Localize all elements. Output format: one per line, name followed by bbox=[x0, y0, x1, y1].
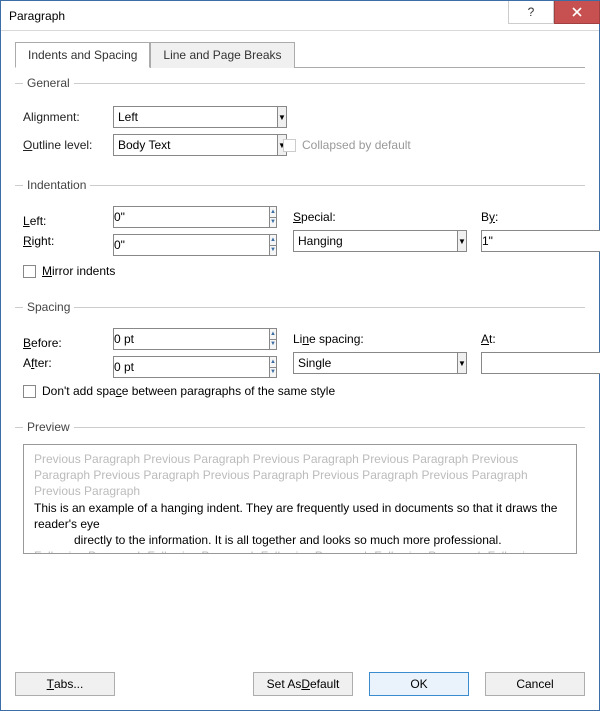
preview-sample: This is an example of a hanging indent. … bbox=[34, 500, 566, 549]
spacing-legend: Spacing bbox=[23, 300, 74, 314]
outline-select[interactable]: ▼ bbox=[113, 134, 263, 156]
by-label: By: bbox=[481, 210, 561, 224]
tab-strip: Indents and Spacing Line and Page Breaks bbox=[15, 41, 585, 68]
special-label: Special: bbox=[293, 210, 465, 224]
by-spinner[interactable]: ▲▼ bbox=[481, 230, 561, 252]
indentation-legend: Indentation bbox=[23, 178, 90, 192]
line-spacing-select[interactable]: ▼ bbox=[293, 352, 455, 374]
help-button[interactable]: ? bbox=[508, 1, 554, 24]
at-spinner[interactable]: ▲▼ bbox=[481, 352, 561, 374]
button-row: Tabs... Set As Default OK Cancel bbox=[15, 672, 585, 696]
spacing-group: Spacing Before: After: ▲▼ ▲▼ Line spacin… bbox=[15, 300, 585, 408]
before-spinner[interactable]: ▲▼ bbox=[113, 328, 193, 350]
spin-up-icon[interactable]: ▲ bbox=[270, 357, 276, 367]
right-label: Right: bbox=[23, 234, 113, 248]
ok-button[interactable]: OK bbox=[369, 672, 469, 696]
spin-down-icon[interactable]: ▼ bbox=[270, 217, 276, 228]
outline-label: Outline level: bbox=[23, 138, 113, 152]
cancel-button[interactable]: Cancel bbox=[485, 672, 585, 696]
mirror-label: Mirror indents bbox=[42, 264, 115, 278]
close-icon bbox=[572, 7, 582, 17]
indentation-group: Indentation Left: Right: ▲▼ ▲▼ Special: … bbox=[15, 178, 585, 288]
preview-legend: Preview bbox=[23, 420, 74, 434]
spin-down-icon[interactable]: ▼ bbox=[270, 245, 276, 256]
left-spinner[interactable]: ▲▼ bbox=[113, 206, 193, 228]
chevron-down-icon[interactable]: ▼ bbox=[457, 230, 467, 252]
tab-line-page-breaks[interactable]: Line and Page Breaks bbox=[150, 42, 294, 68]
before-label: Before: bbox=[23, 336, 113, 350]
tabs-button[interactable]: Tabs... bbox=[15, 672, 115, 696]
preview-previous: Previous Paragraph Previous Paragraph Pr… bbox=[34, 451, 566, 500]
preview-group: Preview Previous Paragraph Previous Para… bbox=[15, 420, 585, 558]
after-spinner[interactable]: ▲▼ bbox=[113, 356, 193, 378]
left-label: Left: bbox=[23, 214, 113, 228]
paragraph-dialog: Paragraph ? Indents and Spacing Line and… bbox=[0, 0, 600, 711]
right-spinner[interactable]: ▲▼ bbox=[113, 234, 193, 256]
general-group: General Alignment: ▼ Outline level: ▼ Co… bbox=[15, 76, 585, 166]
chevron-down-icon[interactable]: ▼ bbox=[277, 106, 287, 128]
close-button[interactable] bbox=[554, 1, 600, 24]
alignment-select[interactable]: ▼ bbox=[113, 106, 263, 128]
chevron-down-icon[interactable]: ▼ bbox=[457, 352, 467, 374]
dont-add-label: Don't add space between paragraphs of th… bbox=[42, 384, 335, 398]
window-title: Paragraph bbox=[9, 9, 508, 23]
collapsed-label: Collapsed by default bbox=[302, 138, 411, 152]
spin-up-icon[interactable]: ▲ bbox=[270, 329, 276, 339]
collapsed-checkbox bbox=[283, 139, 296, 152]
mirror-checkbox[interactable] bbox=[23, 265, 36, 278]
preview-box: Previous Paragraph Previous Paragraph Pr… bbox=[23, 444, 577, 554]
tab-indents-spacing[interactable]: Indents and Spacing bbox=[15, 42, 150, 68]
alignment-label: Alignment: bbox=[23, 110, 113, 124]
dont-add-checkbox[interactable] bbox=[23, 385, 36, 398]
after-label: After: bbox=[23, 356, 113, 370]
spin-down-icon[interactable]: ▼ bbox=[270, 339, 276, 350]
at-label: At: bbox=[481, 332, 561, 346]
outline-value[interactable] bbox=[113, 134, 277, 156]
alignment-value[interactable] bbox=[113, 106, 277, 128]
spin-up-icon[interactable]: ▲ bbox=[270, 207, 276, 217]
general-legend: General bbox=[23, 76, 74, 90]
special-select[interactable]: ▼ bbox=[293, 230, 455, 252]
spin-up-icon[interactable]: ▲ bbox=[270, 235, 276, 245]
spin-down-icon[interactable]: ▼ bbox=[270, 367, 276, 378]
titlebar: Paragraph ? bbox=[1, 1, 599, 31]
line-spacing-label: Line spacing: bbox=[293, 332, 465, 346]
preview-following: Following Paragraph Following Paragraph … bbox=[34, 548, 566, 554]
set-default-button[interactable]: Set As Default bbox=[253, 672, 353, 696]
